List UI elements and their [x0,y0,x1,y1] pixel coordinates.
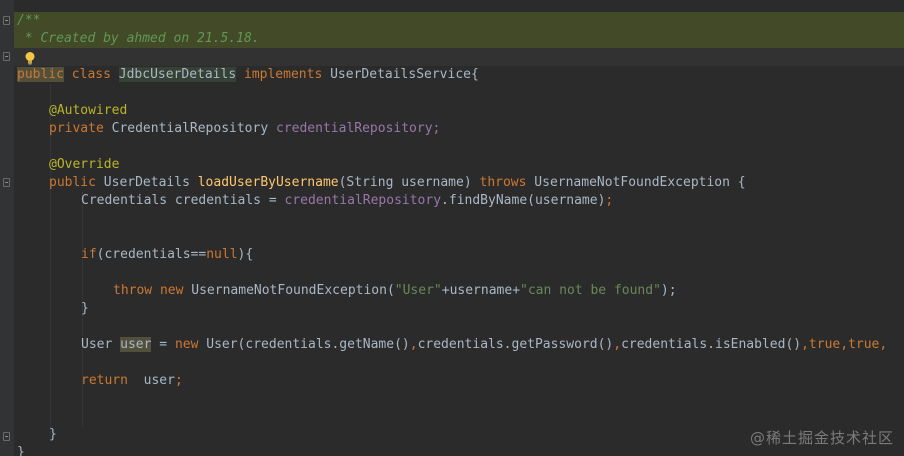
keyword-true: true [808,337,841,352]
keyword-class: class [71,67,111,82]
keyword-new: new [159,283,184,298]
semicolon: ; [174,373,183,388]
keyword-public: public [49,175,96,190]
keyword-implements: implements [244,67,323,82]
fold-marker-icon[interactable] [3,52,10,61]
credentials-decl: Credentials credentials = [81,193,285,208]
method-params: (String username) [338,175,472,190]
code-line-return[interactable]: return user; [81,372,183,390]
return-type: UserDetails [103,175,190,190]
return-value: user [127,373,175,388]
caret-line-highlight [14,48,904,66]
repository-ref: credentialRepository [284,193,442,208]
code-line-autowired[interactable]: @Autowired [49,102,127,120]
watermark: @稀土掘金技术社区 [749,429,894,447]
user-variable: user [120,337,152,352]
code-line-method-signature[interactable]: public UserDetails loadUserByUsername(St… [49,174,746,192]
comma: , [613,337,622,352]
concat-username: +username+ [441,283,521,298]
code-editor[interactable]: /** * Created by ahmed on 21.5.18. */ pu… [0,0,904,456]
interface-name: UserDetailsService{ [330,67,479,82]
code-line-class-decl[interactable]: public class JdbcUserDetails implements … [17,66,479,84]
code-line-user[interactable]: User user = new User(credentials.getName… [81,336,887,354]
exception-type: UsernameNotFoundException { [534,175,746,190]
comma: , [409,337,418,352]
keyword-public: public [17,67,64,82]
comma: , [879,337,888,352]
keyword-if: if [81,247,97,262]
code-line-if[interactable]: if(credentials==null){ [81,246,253,264]
code-line-field[interactable]: private CredentialRepository credentialR… [49,120,440,138]
user-type: User [81,337,121,352]
if-condition: (credentials== [96,247,207,262]
code-line-doc-author[interactable]: * Created by ahmed on 21.5.18. [17,30,260,48]
keyword-private: private [49,121,104,136]
code-line-override[interactable]: @Override [49,156,119,174]
comma: , [801,337,809,352]
code-line-close-class[interactable]: } [17,444,25,456]
comma: , [840,337,849,352]
keyword-throw: throw [113,283,153,298]
string-not-found: "can not be found" [520,283,661,298]
code-line-doc-open[interactable]: /** [17,12,40,30]
user-ctor-name: User(credentials.getName() [198,337,410,352]
keyword-true: true [848,337,880,352]
annotation-override: @Override [49,157,120,172]
fold-marker-icon[interactable] [3,16,10,25]
semicolon: ; [605,193,614,208]
intention-bulb-icon[interactable] [22,50,38,66]
assign-op: = [151,337,175,352]
find-by-name-call: .findByName(username) [441,193,606,208]
throw-end: ); [660,283,677,298]
annotation-autowired: @Autowired [49,103,128,118]
is-enabled-call: credentials.isEnabled() [621,337,802,352]
code-line-close-if[interactable]: } [81,300,89,318]
method-name: loadUserByUsername [197,175,339,190]
field-name: credentialRepository; [276,121,441,136]
code-line-close-method[interactable]: } [49,426,57,444]
get-password-call: credentials.getPassword() [417,337,614,352]
editor-gutter[interactable] [0,0,14,456]
fold-marker-icon[interactable] [3,178,10,187]
keyword-null: null [206,247,238,262]
string-user: "User" [394,283,442,298]
keyword-return: return [81,373,128,388]
keyword-throws: throws [479,175,527,190]
fold-marker-icon[interactable] [3,432,10,441]
if-close: ){ [237,247,254,262]
exception-ctor: UsernameNotFoundException( [191,283,395,298]
class-name: JdbcUserDetails [118,67,237,82]
code-line-throw[interactable]: throw new UsernameNotFoundException("Use… [113,282,677,300]
field-type: CredentialRepository [111,121,269,136]
keyword-new: new [174,337,199,352]
code-line-credentials[interactable]: Credentials credentials = credentialRepo… [81,192,613,210]
